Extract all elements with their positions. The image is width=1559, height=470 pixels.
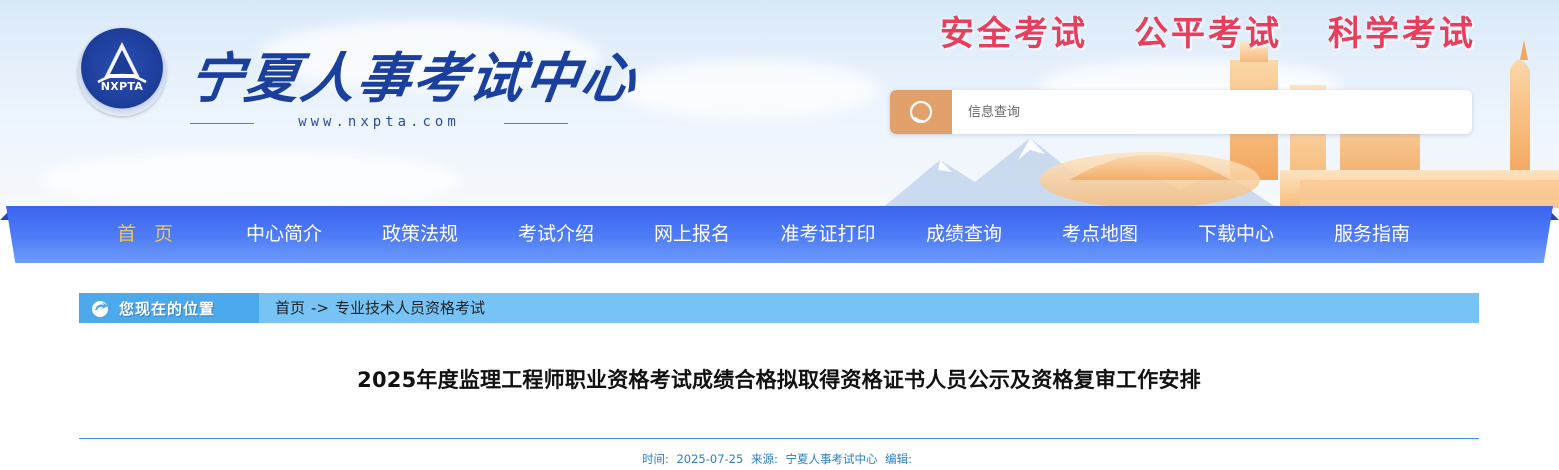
search-input[interactable] <box>952 90 1472 134</box>
site-url-row: www.nxpta.com <box>190 112 568 134</box>
breadcrumb-tag: 您现在的位置 <box>79 293 259 323</box>
meta-editor-label: 编辑: <box>885 452 913 466</box>
divider <box>504 123 568 124</box>
slogan-fair: 公平考试 <box>1134 14 1282 54</box>
meta-source-value: 宁夏人事考试中心 <box>785 452 878 466</box>
meta-source-label: 来源: <box>750 452 778 466</box>
article-title: 2025年度监理工程师职业资格考试成绩合格拟取得资格证书人员公示及资格复审工作安… <box>357 368 1201 392</box>
search-button[interactable] <box>890 90 952 134</box>
location-arrow-icon <box>92 301 108 317</box>
title-divider <box>79 438 1479 439</box>
logo-abbreviation: NXPTA <box>100 80 144 93</box>
breadcrumb-tag-label: 您现在的位置 <box>119 299 216 318</box>
header-banner: NXPTA 宁夏人事考试中心 www.nxpta.com 安全考试 公平考试 科… <box>0 0 1559 208</box>
meta-time-label: 时间: <box>641 452 669 466</box>
slogan-safe: 安全考试 <box>940 14 1088 54</box>
nav-item-score-query[interactable]: 成绩查询 <box>896 206 1032 263</box>
meta-time-value: 2025-07-25 <box>676 452 744 466</box>
slogan-scientific: 科学考试 <box>1328 14 1476 54</box>
site-name[interactable]: 宁夏人事考试中心 <box>184 34 643 113</box>
nav-item-service-guide[interactable]: 服务指南 <box>1304 206 1440 263</box>
breadcrumb-path: 首页 -> 专业技术人员资格考试 <box>275 293 485 323</box>
breadcrumb-separator: -> <box>311 299 329 317</box>
nav-item-admission-ticket[interactable]: 准考证打印 <box>760 206 896 263</box>
search-icon <box>909 100 933 124</box>
article-meta: 时间: 2025-07-25 来源: 宁夏人事考试中心 编辑: <box>79 451 1479 467</box>
breadcrumb-current-link[interactable]: 专业技术人员资格考试 <box>335 293 485 323</box>
search-box <box>890 90 1472 134</box>
breadcrumb: 您现在的位置 首页 -> 专业技术人员资格考试 <box>79 293 1479 323</box>
site-logo-emblem[interactable]: NXPTA <box>78 28 166 116</box>
nav-item-online-registration[interactable]: 网上报名 <box>624 206 760 263</box>
cloud-decoration <box>620 60 880 120</box>
emblem-graphic <box>97 42 147 84</box>
divider <box>190 123 254 124</box>
nav-item-about[interactable]: 中心简介 <box>216 206 352 263</box>
nav-item-exam-site-map[interactable]: 考点地图 <box>1032 206 1168 263</box>
nav-item-home[interactable]: 首 页 <box>80 206 216 263</box>
nav-items: 首 页 中心简介 政策法规 考试介绍 网上报名 准考证打印 成绩查询 考点地图 … <box>80 206 1440 263</box>
breadcrumb-home-link[interactable]: 首页 <box>275 293 305 323</box>
main-navigation: 首 页 中心简介 政策法规 考试介绍 网上报名 准考证打印 成绩查询 考点地图 … <box>0 206 1559 263</box>
slogan-group: 安全考试 公平考试 科学考试 <box>940 6 1476 55</box>
nav-item-policies[interactable]: 政策法规 <box>352 206 488 263</box>
nav-item-exam-intro[interactable]: 考试介绍 <box>488 206 624 263</box>
cloud-decoration <box>40 150 460 208</box>
nav-item-downloads[interactable]: 下载中心 <box>1168 206 1304 263</box>
site-url: www.nxpta.com <box>298 114 460 130</box>
